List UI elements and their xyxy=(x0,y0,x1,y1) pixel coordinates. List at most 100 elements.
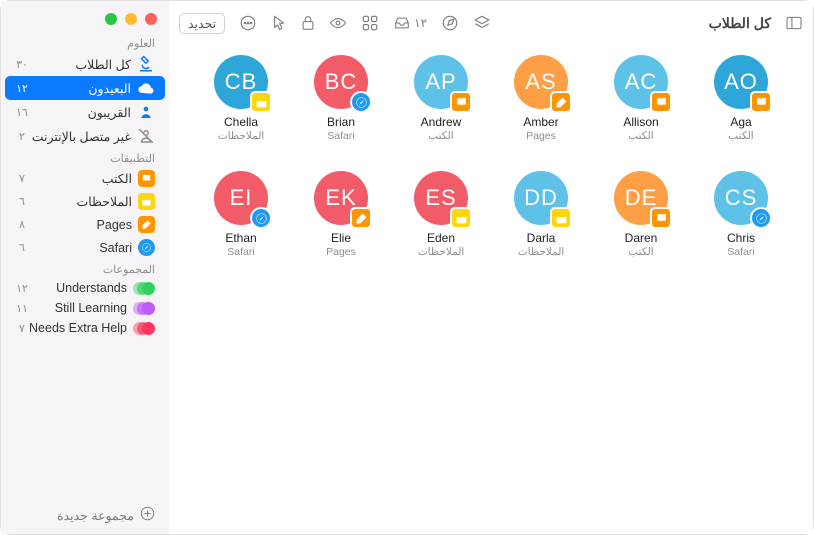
sidebar-item-count: ١٢ xyxy=(15,82,29,95)
sidebar-item-count: ١١ xyxy=(15,302,29,315)
student-avatar: AP xyxy=(414,55,468,109)
sidebar-item-offline[interactable]: غير متصل بالإنترنت ٢ xyxy=(5,124,165,148)
sidebar-item-notes[interactable]: الملاحظات ٦ xyxy=(5,190,165,213)
student-card[interactable]: AO Agaالكتب xyxy=(693,55,789,167)
student-avatar: AC xyxy=(614,55,668,109)
sidebar-item-count: ١٢ xyxy=(15,282,29,295)
sidebar-item-count: ٦ xyxy=(15,241,29,254)
eye-button[interactable] xyxy=(329,16,347,30)
student-avatar: AS xyxy=(514,55,568,109)
apps-grid-button[interactable] xyxy=(361,14,379,32)
student-avatar: EI xyxy=(214,171,268,225)
student-name: Aga xyxy=(730,115,751,129)
student-avatar: ES xyxy=(414,171,468,225)
sidebar-item-label: Understands xyxy=(56,281,127,295)
more-button[interactable] xyxy=(239,14,257,32)
close-window-button[interactable] xyxy=(145,13,157,25)
sidebar-item-label: Safari xyxy=(99,241,132,255)
student-card[interactable]: CB Chellaالملاحظات xyxy=(193,55,289,167)
safari-icon xyxy=(138,239,155,256)
student-card[interactable]: APAndrewالكتب xyxy=(393,55,489,167)
student-avatar: DD xyxy=(514,171,568,225)
new-group-button[interactable]: مجموعة جديدة xyxy=(1,496,169,534)
student-avatar: EK xyxy=(314,171,368,225)
student-name: Amber xyxy=(523,115,558,129)
sidebar-item-label: الكتب xyxy=(102,171,132,186)
student-name: Daren xyxy=(625,231,658,245)
inbox-count: ١٢ xyxy=(414,16,427,30)
sidebar-item-count: ٧ xyxy=(15,322,29,335)
maximize-window-button[interactable] xyxy=(105,13,117,25)
minimize-window-button[interactable] xyxy=(125,13,137,25)
sidebar-item-group-learning[interactable]: Still Learning ١١ xyxy=(5,298,165,318)
sidebar-item-group-understands[interactable]: Understands ١٢ xyxy=(5,278,165,298)
inbox-button[interactable]: ١٢ xyxy=(393,16,427,30)
student-app: الكتب xyxy=(428,130,453,142)
sidebar-item-nearby[interactable]: القريبون ١٦ xyxy=(5,100,165,124)
pages-icon xyxy=(138,216,155,233)
sidebar-item-group-help[interactable]: Needs Extra Help ٧ xyxy=(5,318,165,338)
student-avatar: AO xyxy=(714,55,768,109)
student-app: الملاحظات xyxy=(218,130,265,142)
student-app: Safari xyxy=(727,246,754,258)
compass-button[interactable] xyxy=(441,14,459,32)
toggle-sidebar-button[interactable] xyxy=(785,16,803,30)
student-avatar: CS xyxy=(714,171,768,225)
student-name: Brian xyxy=(327,115,355,129)
sidebar-item-label: غير متصل بالإنترنت xyxy=(32,129,131,144)
student-card[interactable]: BCBrianSafari xyxy=(293,55,389,167)
page-title: كل الطلاب xyxy=(709,15,771,32)
sidebar-item-count: ٦ xyxy=(15,195,29,208)
layers-button[interactable] xyxy=(473,14,491,32)
window-controls xyxy=(1,9,169,33)
sidebar-item-count: ٢ xyxy=(15,130,29,143)
student-app: Pages xyxy=(526,130,556,142)
student-name: Chella xyxy=(224,115,258,129)
offline-icon xyxy=(137,127,155,145)
student-card[interactable]: CSChrisSafari xyxy=(693,171,789,283)
section-apps: التطبيقات xyxy=(1,148,169,167)
student-app: الكتب xyxy=(628,130,653,142)
sidebar-item-label: القريبون xyxy=(88,105,131,120)
sidebar: العلوم كل الطلاب ٣٠ البعيدون ١٢ xyxy=(1,1,169,534)
student-app: الكتب xyxy=(628,246,653,258)
student-avatar: CB xyxy=(214,55,268,109)
student-card[interactable]: EI EthanSafari xyxy=(193,171,289,283)
cloud-icon xyxy=(137,79,155,97)
student-card[interactable]: DE Darenالكتب xyxy=(593,171,689,283)
sidebar-item-label: Pages xyxy=(97,218,132,232)
student-grid: AOAgaالكتبACAllisonالكتبASAmberPagesAPAn… xyxy=(169,45,813,534)
notes-icon xyxy=(138,193,155,210)
main-content: كل الطلاب ١٢ تحديد AOAgaالكتبACAllisonال… xyxy=(169,1,813,534)
section-groups: المجموعات xyxy=(1,259,169,278)
student-card[interactable]: DDDarlaالملاحظات xyxy=(493,171,589,283)
pointer-button[interactable] xyxy=(271,14,287,32)
sidebar-item-remote[interactable]: البعيدون ١٢ xyxy=(5,76,165,100)
student-name: Ethan xyxy=(225,231,256,245)
student-card[interactable]: ACAllisonالكتب xyxy=(593,55,689,167)
sidebar-item-count: ٨ xyxy=(15,218,29,231)
books-icon xyxy=(138,170,155,187)
student-avatar: DE xyxy=(614,171,668,225)
student-app: Safari xyxy=(227,246,254,258)
sidebar-item-label: Needs Extra Help xyxy=(29,321,127,335)
student-card[interactable]: AS AmberPages xyxy=(493,55,589,167)
sidebar-item-label: Still Learning xyxy=(55,301,127,315)
microscope-icon xyxy=(137,55,155,73)
group-badge-icon xyxy=(133,282,155,295)
sidebar-item-count: ٧ xyxy=(15,172,29,185)
student-card[interactable]: EKEliePages xyxy=(293,171,389,283)
sidebar-item-all-students[interactable]: كل الطلاب ٣٠ xyxy=(5,52,165,76)
sidebar-item-books[interactable]: الكتب ٧ xyxy=(5,167,165,190)
student-app: الملاحظات xyxy=(518,246,565,258)
section-subject: العلوم xyxy=(1,33,169,52)
select-button[interactable]: تحديد xyxy=(179,13,225,34)
student-app: الكتب xyxy=(728,130,753,142)
sidebar-item-pages[interactable]: Pages ٨ xyxy=(5,213,165,236)
sidebar-item-label: الملاحظات xyxy=(76,194,132,209)
student-app: الملاحظات xyxy=(418,246,465,258)
student-app: Safari xyxy=(327,130,354,142)
sidebar-item-safari[interactable]: Safari ٦ xyxy=(5,236,165,259)
lock-button[interactable] xyxy=(301,14,315,32)
student-card[interactable]: ESEdenالملاحظات xyxy=(393,171,489,283)
